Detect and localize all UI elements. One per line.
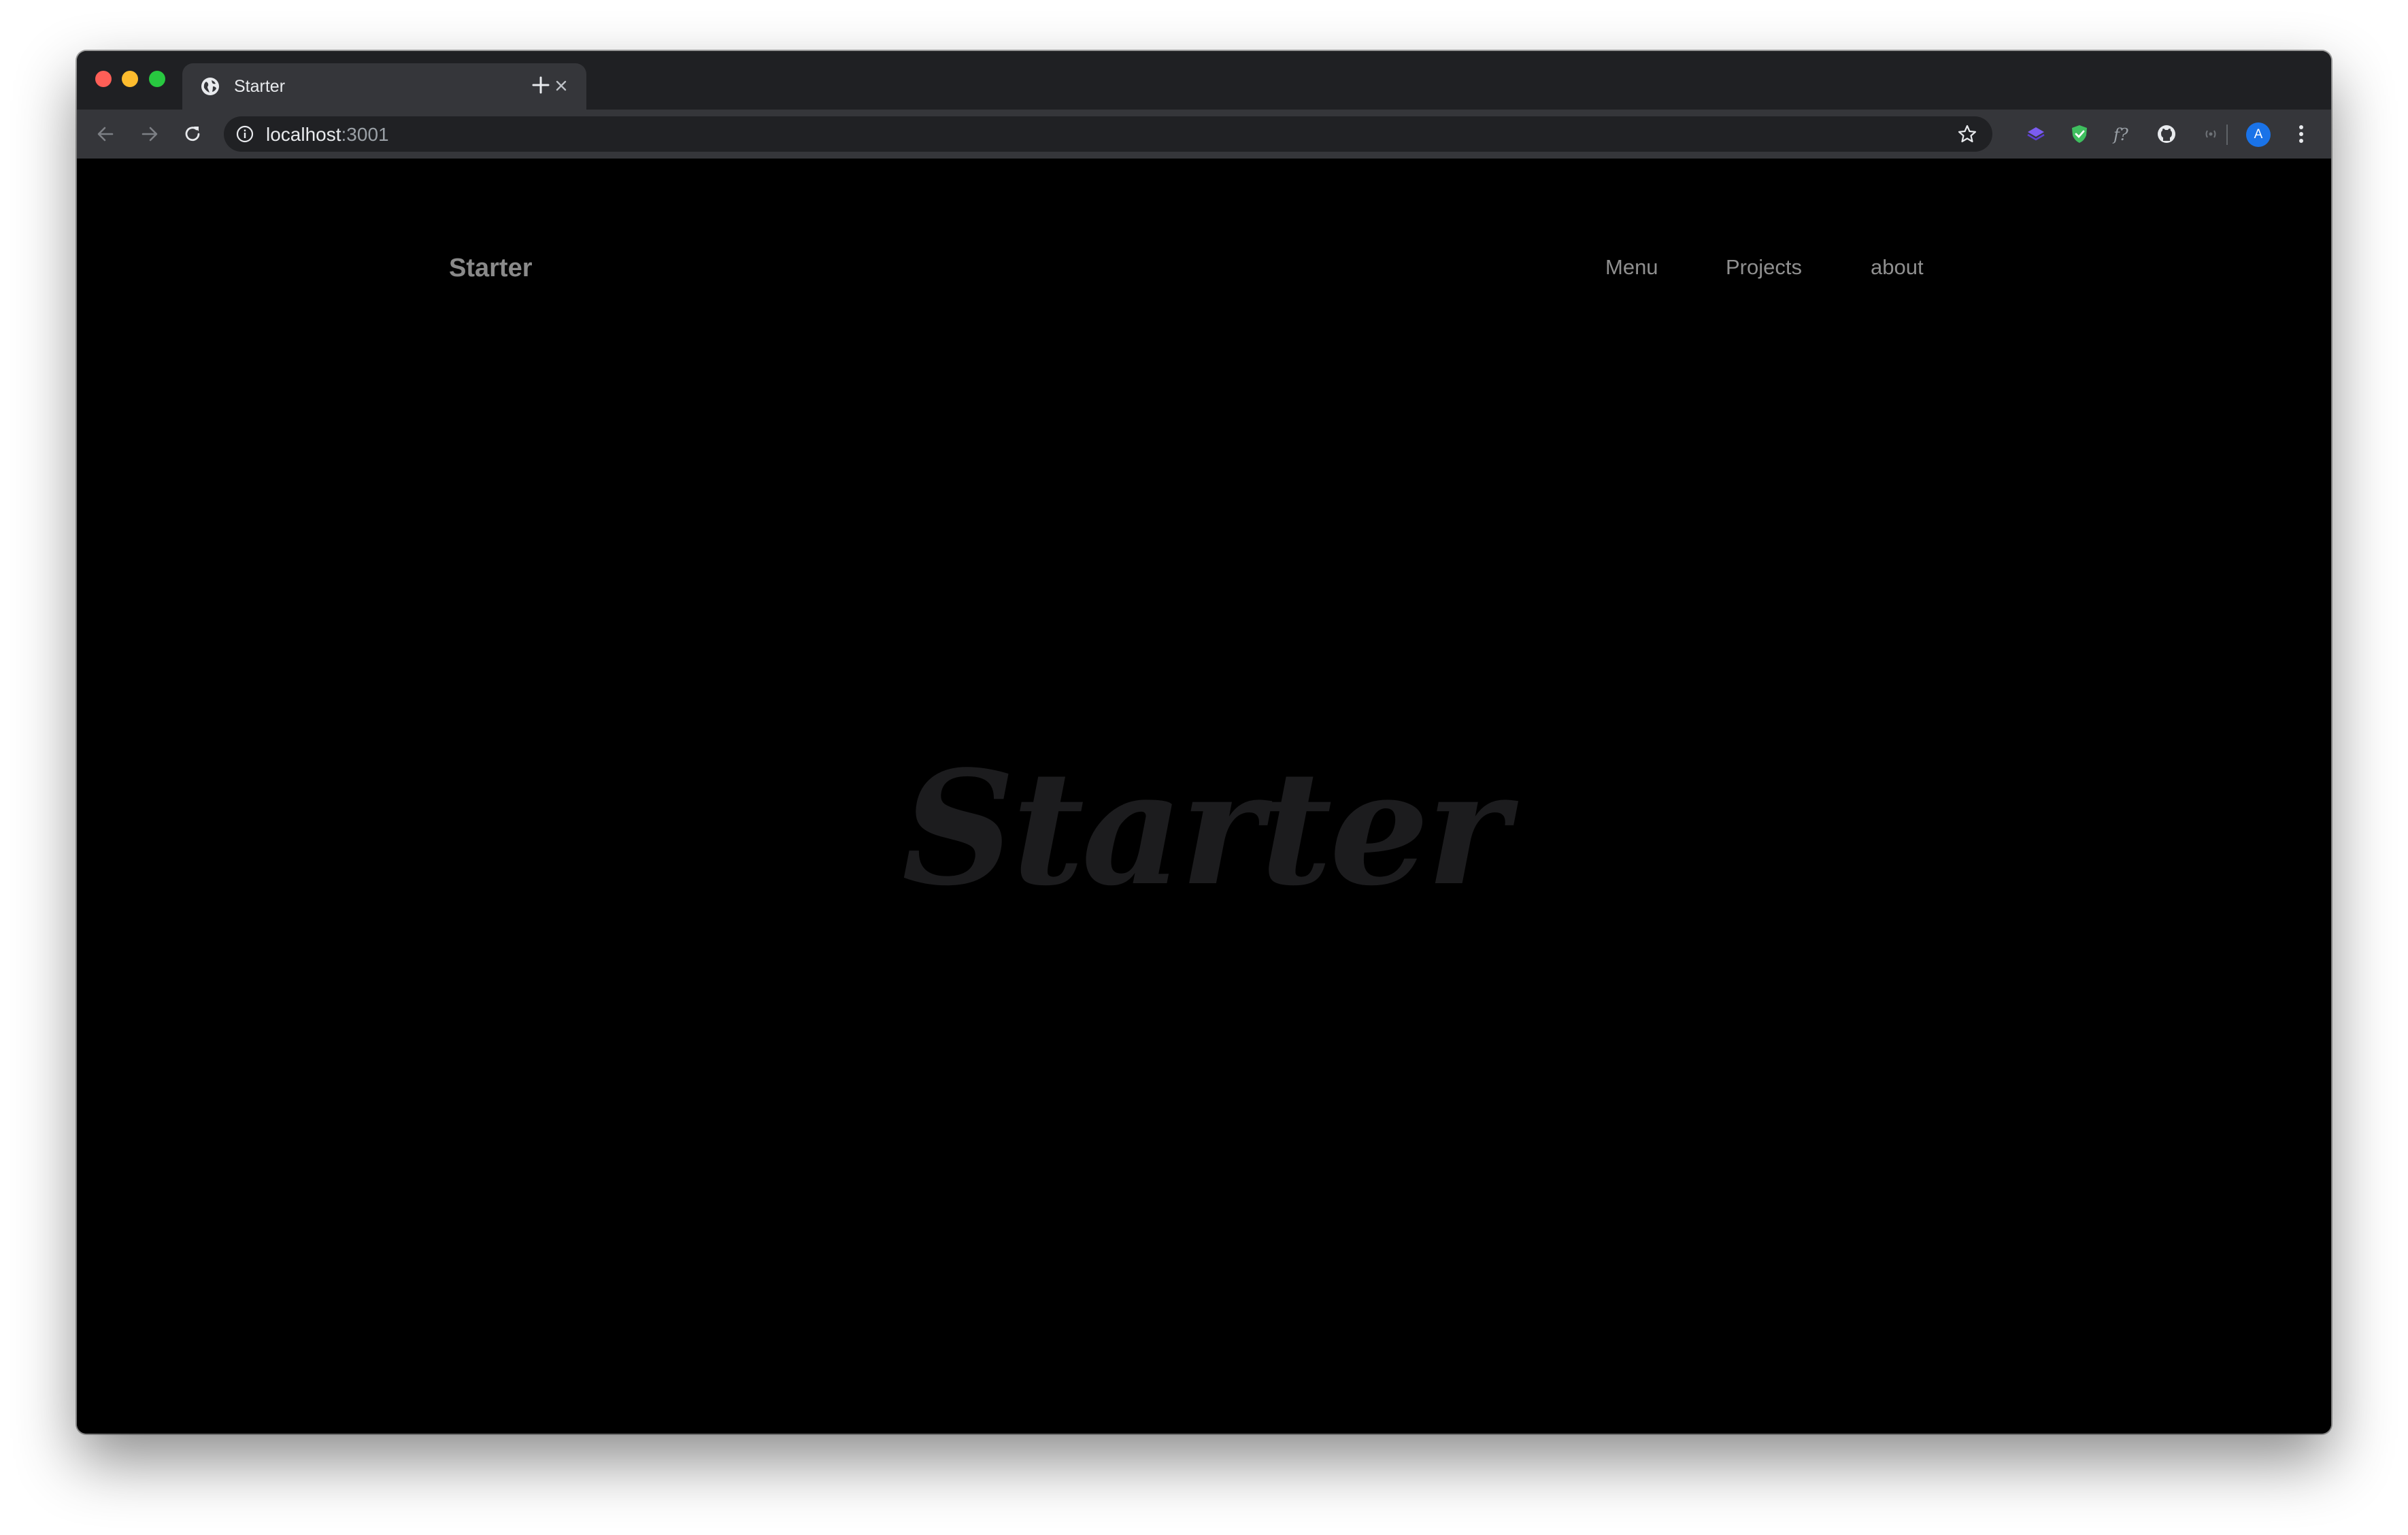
plus-icon xyxy=(532,76,550,94)
url-port: :3001 xyxy=(341,124,389,145)
arrow-left-icon xyxy=(97,127,114,142)
minimize-window-button[interactable] xyxy=(122,71,138,87)
nav-link-menu[interactable]: Menu xyxy=(1605,255,1658,280)
close-window-button[interactable] xyxy=(95,71,112,87)
profile-avatar[interactable]: A xyxy=(2246,122,2271,147)
tab-starter[interactable]: Starter xyxy=(182,63,586,110)
browser-menu-button[interactable] xyxy=(2288,120,2315,148)
broadcast-icon xyxy=(2205,130,2216,138)
url-host: localhost xyxy=(266,124,341,145)
site-brand-link[interactable]: Starter xyxy=(449,254,533,283)
layers-icon xyxy=(2027,127,2045,141)
extension-function-button[interactable]: f? xyxy=(2109,120,2137,148)
extension-github-button[interactable] xyxy=(2153,120,2180,148)
new-tab-button[interactable] xyxy=(527,71,554,99)
github-icon xyxy=(2158,125,2175,143)
browser-toolbar: localhost:3001 f? A xyxy=(77,110,2331,159)
close-icon xyxy=(556,80,567,91)
more-vertical-icon xyxy=(2299,125,2303,143)
star-icon[interactable] xyxy=(1957,124,1977,144)
svg-text:f?: f? xyxy=(2112,125,2128,144)
reload-icon xyxy=(185,127,200,142)
extension-purple-button[interactable] xyxy=(2022,120,2050,148)
shield-icon xyxy=(2072,125,2087,143)
forward-button[interactable] xyxy=(136,120,163,148)
reload-button[interactable] xyxy=(179,120,206,148)
toolbar-separator xyxy=(2226,125,2228,145)
function-icon: f? xyxy=(2112,125,2128,144)
nav-link-projects[interactable]: Projects xyxy=(1726,255,1802,280)
arrow-right-icon xyxy=(141,127,158,142)
nav-link-about[interactable]: about xyxy=(1871,255,1924,280)
extension-shield-button[interactable] xyxy=(2066,120,2093,148)
back-button[interactable] xyxy=(92,120,119,148)
browser-window: Starter localhost:3001 f? A Starter Menu… xyxy=(77,51,2331,1434)
tab-title: Starter xyxy=(234,77,286,96)
url-text: localhost:3001 xyxy=(266,124,389,146)
address-bar[interactable]: localhost:3001 xyxy=(224,116,1992,152)
globe-icon xyxy=(201,78,219,95)
maximize-window-button[interactable] xyxy=(149,71,165,87)
page-content: Starter Menu Projects about Starter xyxy=(77,159,2331,1434)
extension-signal-button[interactable] xyxy=(2197,120,2224,148)
hero-title: Starter xyxy=(901,737,1509,921)
info-icon[interactable] xyxy=(236,125,254,143)
tab-strip: Starter xyxy=(77,51,2331,110)
